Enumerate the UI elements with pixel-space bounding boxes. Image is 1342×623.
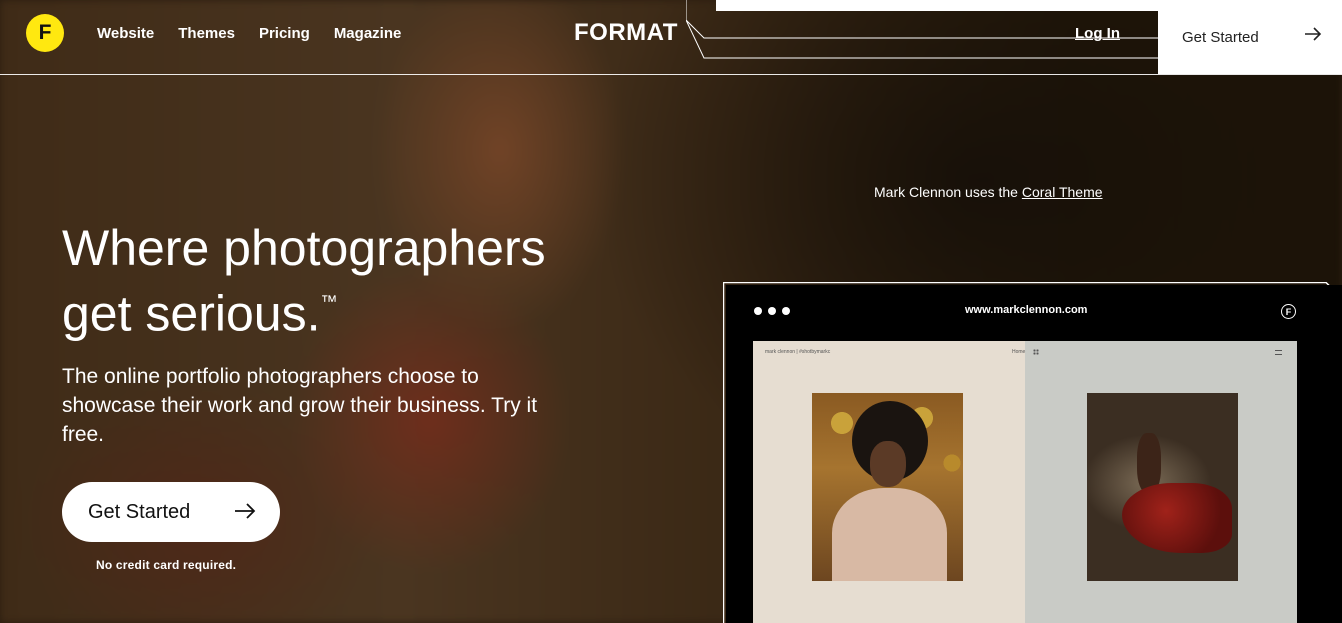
mock-url: www.markclennon.com (965, 304, 1088, 316)
logo-letter: F (38, 21, 52, 44)
right-arrow-icon (235, 503, 256, 519)
grid-icon (1033, 349, 1039, 355)
window-dots-icon (754, 307, 790, 315)
format-small-logo-icon: F (1281, 304, 1296, 319)
no-credit-card-note: No credit card required. (96, 558, 237, 572)
format-logo-badge[interactable]: F (26, 14, 64, 52)
nav-website[interactable]: Website (97, 25, 154, 42)
coral-theme-link[interactable]: Coral Theme (1022, 184, 1103, 200)
mock-logo-letter: F (1285, 306, 1292, 317)
format-wordmark[interactable]: FORMAT (574, 19, 678, 47)
nav-pricing[interactable]: Pricing (259, 25, 310, 42)
credit-prefix: Mark Clennon uses the (874, 184, 1022, 200)
header-cta-label: Get Started (1182, 28, 1259, 46)
header-get-started-button[interactable]: Get Started (1158, 0, 1342, 74)
trademark-symbol: ™ (320, 292, 338, 311)
nav-themes[interactable]: Themes (178, 25, 235, 42)
portrait-photo-2 (1087, 393, 1238, 581)
mock-site-name: mark clennon | #shotbymarkc (765, 349, 831, 355)
hero-subtext: The online portfolio photographers choos… (62, 365, 538, 446)
main-nav: Website Themes Pricing Magazine (97, 25, 401, 42)
portrait-photo-1 (812, 393, 963, 581)
nav-magazine[interactable]: Magazine (334, 25, 402, 42)
hero-cta-label: Get Started (88, 500, 191, 523)
site-header: F Website Themes Pricing Magazine FORMAT… (0, 0, 1342, 75)
hero-headline: Where photographers get serious.™ (62, 218, 622, 344)
theme-credit: Mark Clennon uses the Coral Theme (874, 184, 1103, 200)
hero-get-started-button[interactable]: Get Started (62, 482, 280, 542)
login-link[interactable]: Log In (1075, 25, 1120, 42)
menu-icon (1275, 350, 1282, 355)
right-arrow-icon (1305, 27, 1322, 41)
mock-home-link: Home (1012, 349, 1026, 355)
headline-line-1: Where photographers (62, 220, 546, 276)
headline-line-2: get serious. (62, 285, 321, 342)
